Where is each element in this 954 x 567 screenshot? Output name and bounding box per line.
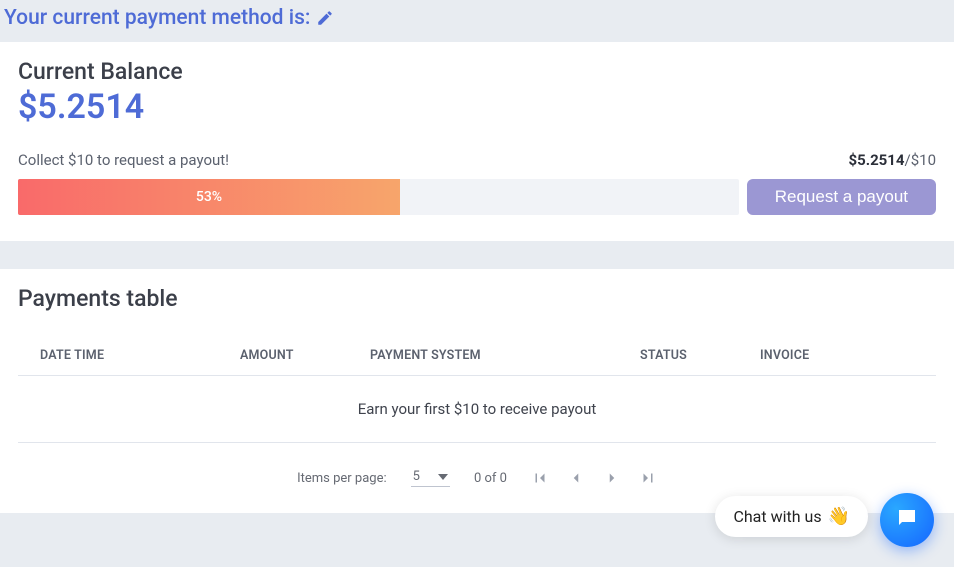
chat-pill[interactable]: Chat with us 👋 [715, 496, 868, 537]
collect-hint: Collect $10 to request a payout! [18, 151, 229, 169]
payments-card: Payments table DATE TIME AMOUNT PAYMENT … [0, 269, 954, 513]
items-per-page-label: Items per page: [297, 471, 387, 486]
col-amount: AMOUNT [240, 348, 370, 363]
progress-of-target: /$10 [905, 151, 936, 169]
progress-fill: 53% [18, 179, 400, 215]
progress-target: $5.2514/$10 [849, 151, 936, 169]
wave-icon: 👋 [828, 506, 850, 527]
col-date-time: DATE TIME [40, 348, 240, 363]
page-size-select[interactable]: 5 [411, 469, 450, 487]
page-size-value: 5 [413, 469, 420, 484]
payment-method-label: Your current payment method is: [4, 6, 310, 30]
balance-title: Current Balance [18, 58, 936, 85]
next-page-icon[interactable] [603, 469, 621, 487]
col-status: STATUS [640, 348, 760, 363]
chat-pill-text: Chat with us [733, 507, 821, 526]
balance-amount: $5.2514 [18, 87, 936, 127]
last-page-icon[interactable] [639, 469, 657, 487]
chat-icon [895, 506, 919, 534]
progress-percent-label: 53% [196, 189, 222, 205]
section-spacer [0, 241, 954, 269]
progress-current: $5.2514 [849, 151, 905, 169]
progress-bar: 53% [18, 179, 739, 215]
col-payment-system: PAYMENT SYSTEM [370, 348, 640, 363]
action-row: 53% Request a payout [18, 179, 936, 215]
edit-icon[interactable] [316, 9, 334, 27]
balance-card: Current Balance $5.2514 Collect $10 to r… [0, 42, 954, 241]
col-invoice: INVOICE [760, 348, 860, 363]
chat-fab[interactable] [880, 493, 934, 547]
payments-title: Payments table [18, 285, 936, 312]
table-empty-message: Earn your first $10 to receive payout [18, 376, 936, 443]
paginator: Items per page: 5 0 of 0 [18, 469, 936, 487]
progress-info-row: Collect $10 to request a payout! $5.2514… [18, 151, 936, 169]
paginator-arrows [531, 469, 657, 487]
dropdown-icon [438, 469, 448, 484]
payment-method-bar: Your current payment method is: [0, 0, 954, 42]
table-header: DATE TIME AMOUNT PAYMENT SYSTEM STATUS I… [18, 336, 936, 376]
request-payout-button[interactable]: Request a payout [747, 179, 936, 215]
page-range: 0 of 0 [474, 471, 507, 486]
first-page-icon[interactable] [531, 469, 549, 487]
prev-page-icon[interactable] [567, 469, 585, 487]
payments-table: DATE TIME AMOUNT PAYMENT SYSTEM STATUS I… [18, 336, 936, 443]
